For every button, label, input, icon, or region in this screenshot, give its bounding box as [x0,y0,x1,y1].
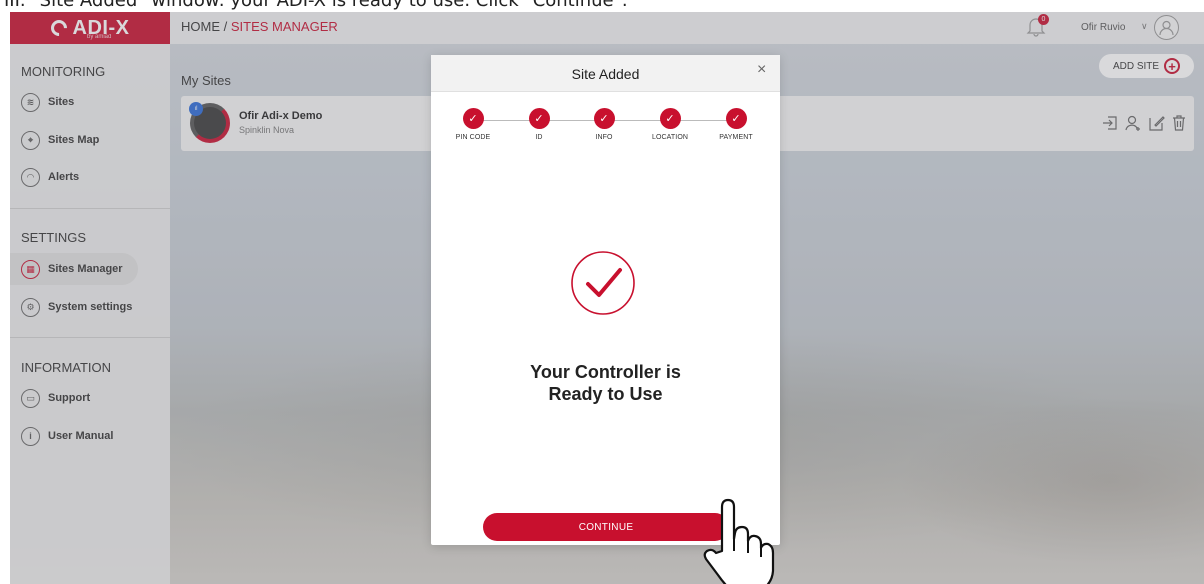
step-info: ✓ INFO [572,108,636,141]
success-check-icon [571,251,635,315]
continue-button[interactable]: CONTINUE [483,513,729,541]
step-pin-code: ✓ PIN CODE [441,108,505,141]
step-id: ✓ ID [507,108,571,141]
check-icon: ✓ [462,108,484,129]
step-label: ID [535,134,543,141]
site-added-dialog: Site Added × ✓ PIN CODE ✓ ID ✓ INFO ✓ LO… [431,55,780,545]
step-location: ✓ LOCATION [638,108,702,141]
check-icon: ✓ [593,108,615,129]
step-payment: ✓ PAYMENT [704,108,768,141]
check-icon: ✓ [659,108,681,129]
caption-text: III. "Site Added" window: your ADI-X is … [4,0,628,11]
ready-message: Your Controller is Ready to Use [530,362,681,404]
app-window: ADI-X by amiad MONITORING ≋ Sites ⌖ Site… [10,12,1204,584]
check-icon: ✓ [528,108,550,129]
step-label: LOCATION [651,134,689,141]
step-label: PIN CODE [455,134,491,141]
pointer-hand-icon [703,498,775,584]
close-icon[interactable]: × [757,61,766,79]
instruction-caption: III. "Site Added" window: your ADI-X is … [0,0,1204,12]
step-label: PAYMENT [719,134,753,141]
step-label: INFO [595,134,613,141]
check-icon: ✓ [725,108,747,129]
dialog-header: Site Added × [431,55,780,92]
dialog-title: Site Added [571,66,640,82]
